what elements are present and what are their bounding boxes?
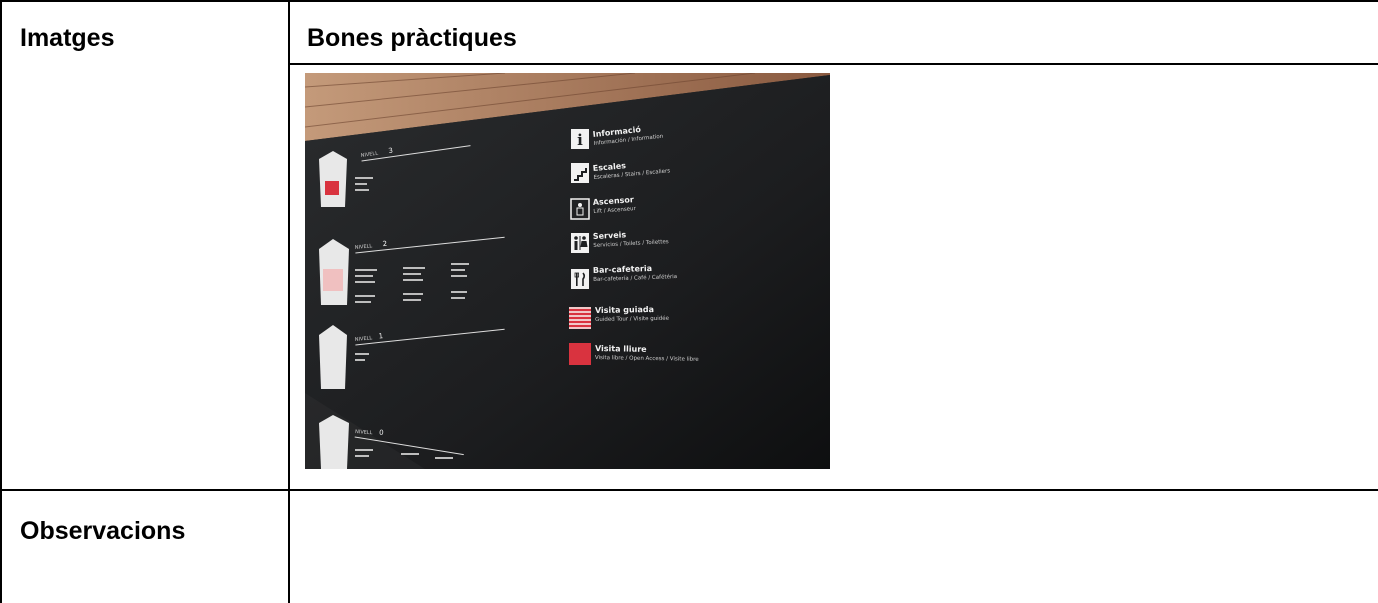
- svg-text:i: i: [577, 131, 583, 149]
- table-top-border: [0, 0, 1378, 2]
- cafe-icon: [571, 269, 589, 289]
- level-0-number: 0: [379, 429, 384, 437]
- header-divider: [290, 63, 1378, 65]
- legend-item: [571, 163, 589, 183]
- level-1-map: [319, 325, 347, 389]
- legend-item: [571, 269, 589, 289]
- legend-title-toilets: Serveis: [593, 230, 627, 241]
- legend-subtitle-guided: Guided Tour / Visite guidée: [595, 315, 670, 323]
- legend-item: i: [571, 129, 589, 149]
- legend-title-free: Visita lliure: [595, 344, 647, 354]
- signage-panel: [305, 75, 830, 469]
- practices-header: Bones pràctiques: [307, 24, 517, 52]
- signage-photo: NIVELL 3 NIVELL 2 NIVELL 1 NIVELL 0 i In…: [305, 73, 830, 469]
- legend-title-guided: Visita guiada: [595, 305, 654, 315]
- level-3-map: [319, 151, 347, 207]
- level-2-number: 2: [382, 240, 387, 248]
- legend-item: [571, 233, 589, 253]
- table-left-border: [0, 0, 2, 603]
- level-1-number: 1: [378, 332, 383, 340]
- row-divider: [0, 489, 1378, 491]
- observations-header: Observacions: [20, 517, 186, 545]
- guided-tour-swatch: [569, 307, 591, 329]
- document-page: Imatges Bones pràctiques Observacions NI…: [0, 0, 1378, 603]
- free-visit-swatch: [569, 343, 591, 365]
- column-divider: [288, 0, 290, 603]
- images-header: Imatges: [20, 24, 115, 52]
